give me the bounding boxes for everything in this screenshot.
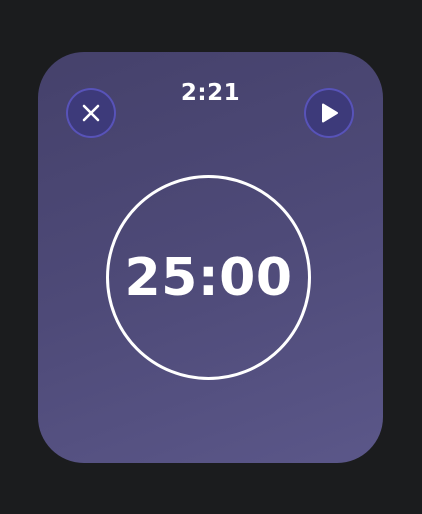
close-button[interactable] <box>66 88 116 138</box>
close-icon <box>81 103 101 123</box>
play-icon <box>319 102 339 124</box>
watch-screen: 2:21 25:00 <box>38 52 383 463</box>
play-button[interactable] <box>304 88 354 138</box>
timer-ring[interactable]: 25:00 <box>106 175 311 380</box>
timer-value: 25:00 <box>124 247 293 308</box>
